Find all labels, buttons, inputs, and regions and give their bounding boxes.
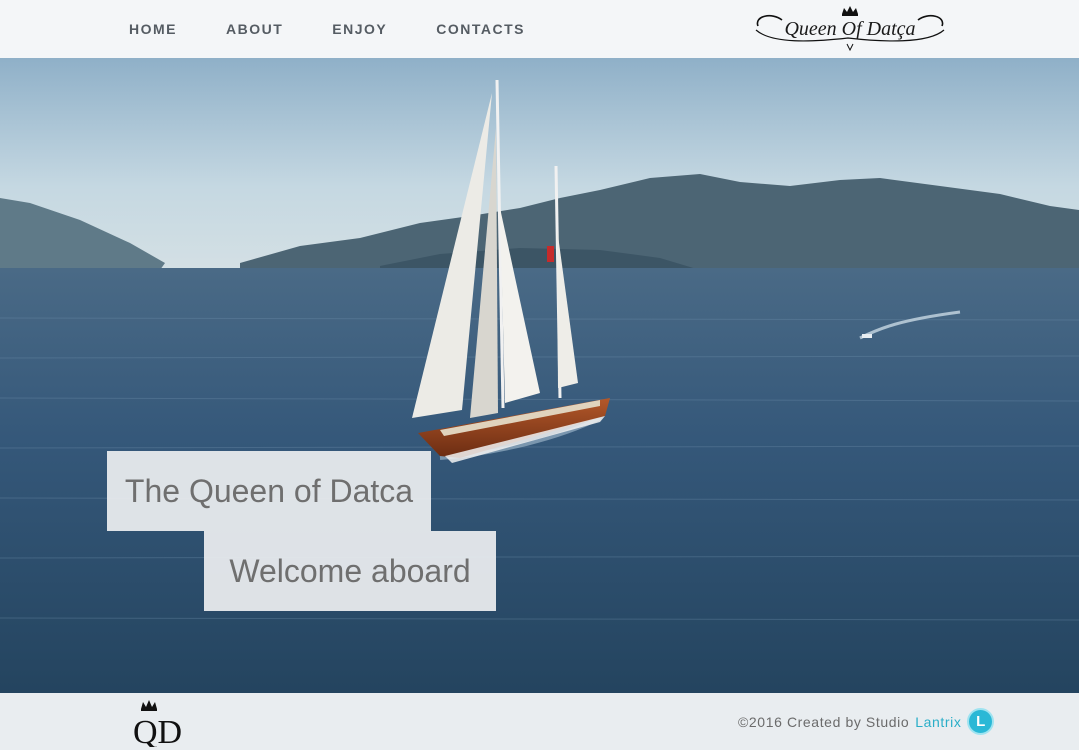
queen-of-datca-logo[interactable]: Queen Of Datça — [752, 4, 948, 54]
hero-background: The Queen of Datca Welcome aboard — [0, 58, 1079, 693]
nav-about-link[interactable]: ABOUT — [226, 21, 283, 37]
site-footer: QD ©2016 Created by Studio Lantrix L — [0, 693, 1079, 750]
qd-monogram-logo[interactable]: QD — [131, 697, 199, 747]
sailing-yacht-photo — [0, 58, 1079, 693]
nav-contacts-link[interactable]: CONTACTS — [436, 21, 525, 37]
nav-enjoy-link[interactable]: ENJOY — [332, 21, 387, 37]
logo-text: Queen Of Datça — [784, 18, 915, 40]
crown-icon — [842, 6, 858, 16]
crown-icon — [141, 700, 157, 711]
qd-monogram-text: QD — [133, 714, 182, 747]
studio-link[interactable]: Lantrix — [915, 714, 961, 730]
site-header: HOME ABOUT ENJOY CONTACTS Queen Of Datça — [0, 0, 1079, 58]
main-nav: HOME ABOUT ENJOY CONTACTS — [129, 0, 574, 58]
footer-credit: ©2016 Created by Studio Lantrix L — [738, 693, 995, 750]
hero-subtitle: Welcome aboard — [204, 531, 496, 611]
nav-home-link[interactable]: HOME — [129, 21, 177, 37]
lantrix-icon[interactable]: L — [967, 708, 995, 735]
credit-text: ©2016 Created by Studio — [738, 713, 910, 730]
hero-title: The Queen of Datca — [107, 451, 431, 531]
